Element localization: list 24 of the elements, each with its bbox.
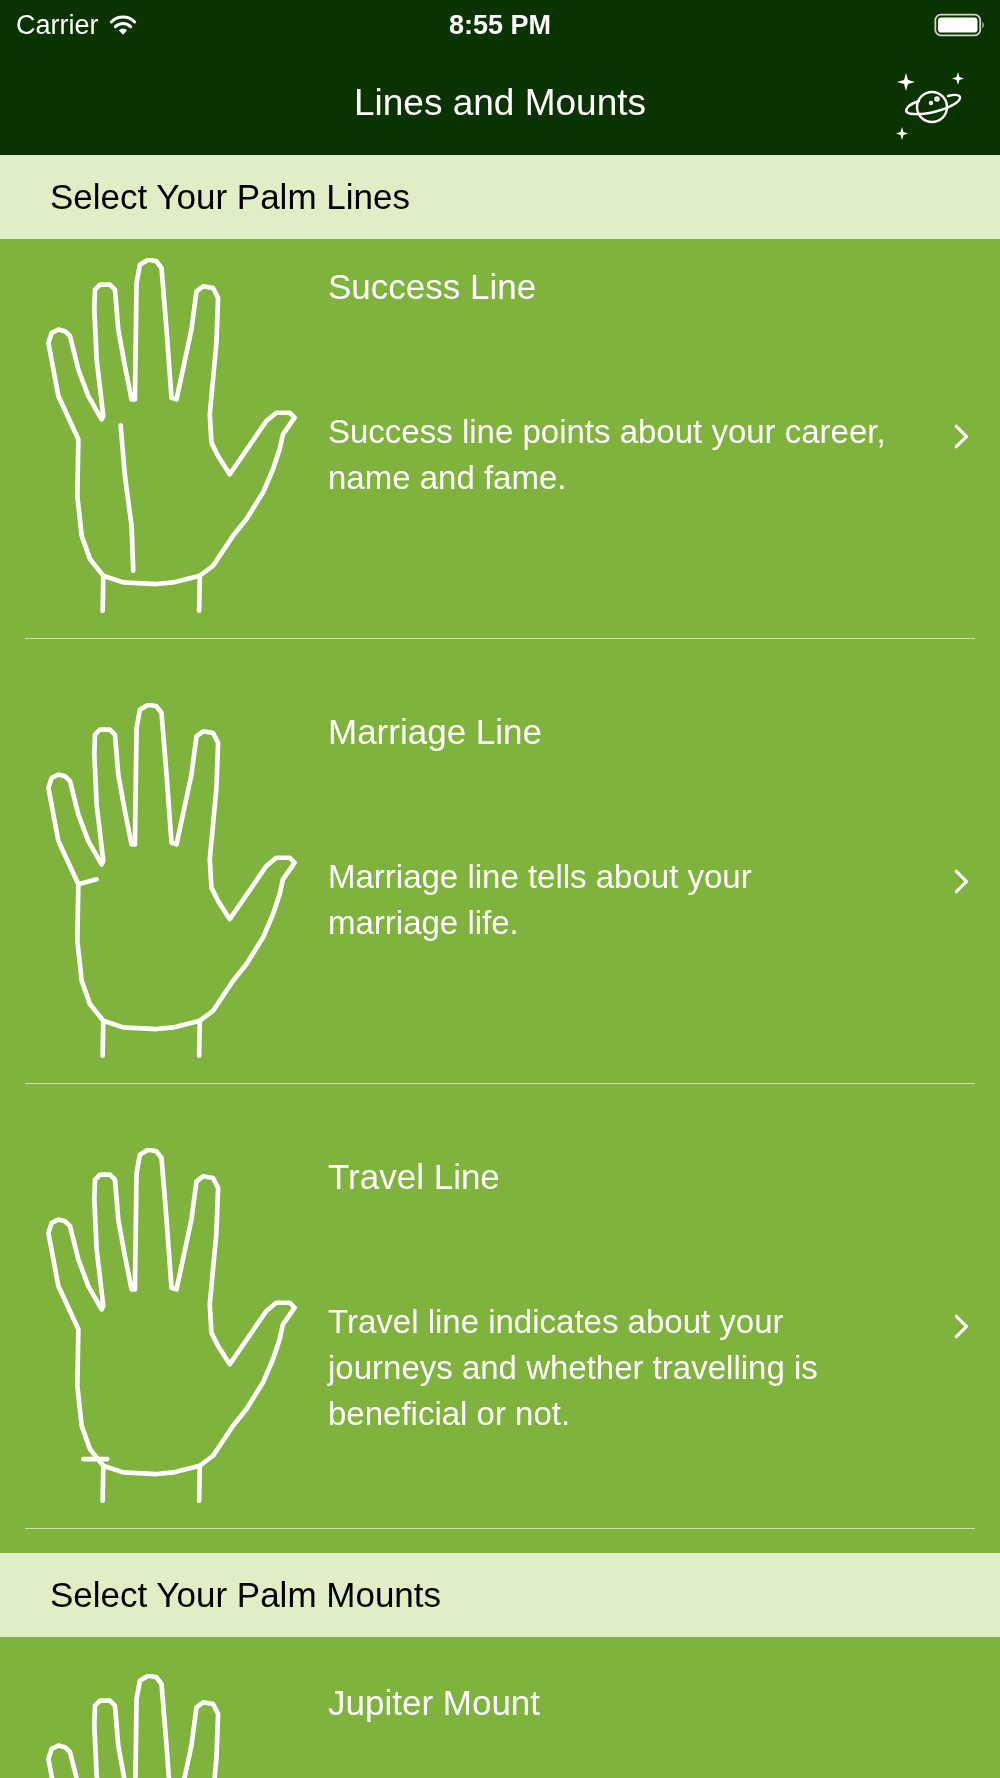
chevron-icon	[954, 1314, 970, 1339]
row-description: Travel line indicates about your journeys and whether travelling is beneficial or not.	[328, 1302, 819, 1434]
list-row[interactable]: Travel Line Travel line indicates about your journeys and whether travelling is beneficial or not.	[25, 1084, 975, 1529]
list-row[interactable]: Success Line Success line points about your career, name and fame.	[25, 239, 975, 639]
hand-icon	[45, 703, 298, 1059]
row-title: Marriage Line	[328, 711, 543, 753]
section-header: Select Your Palm Lines	[0, 155, 1000, 239]
status-time: 8:55 PM	[449, 9, 551, 41]
row-title: Jupiter Mount	[328, 1682, 542, 1724]
wifi-icon	[108, 14, 137, 36]
carrier-label: Carrier	[16, 9, 99, 41]
chevron-icon	[954, 869, 970, 894]
hand-icon	[45, 1148, 298, 1504]
section-header: Select Your Palm Mounts	[0, 1553, 1000, 1637]
row-description: Marriage line tells about your marriage life.	[328, 857, 753, 943]
nav-title: Lines and Mounts	[353, 81, 647, 124]
battery-icon	[934, 13, 986, 37]
hand-icon	[45, 258, 298, 614]
row-title: Travel Line	[328, 1156, 501, 1198]
list-row[interactable]: Marriage Line Marriage line tells about your marriage life.	[25, 639, 975, 1084]
chevron-icon	[954, 424, 970, 449]
list-row[interactable]: Jupiter Mount	[25, 1637, 975, 1778]
row-title: Success Line	[328, 266, 538, 308]
row-description: Success line points about your career, name and fame.	[328, 412, 887, 498]
